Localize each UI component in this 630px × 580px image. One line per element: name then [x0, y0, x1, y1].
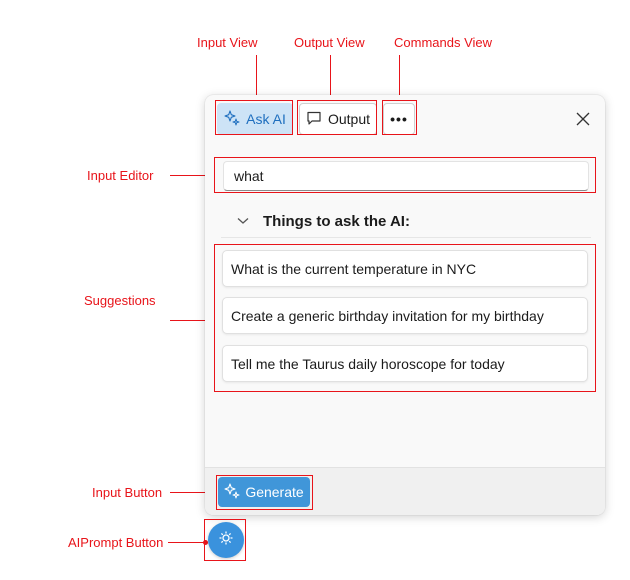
highlight-input-view: [215, 100, 293, 135]
annotation-commands-view: Commands View: [394, 35, 493, 50]
highlight-commands-view: [382, 100, 417, 135]
annotation-line: [256, 55, 257, 99]
highlight-input-button: [216, 475, 313, 510]
annotation-line: [399, 55, 400, 99]
suggestions-title: Things to ask the AI:: [263, 212, 410, 230]
highlight-input-editor: [214, 157, 596, 193]
annotation-input-button: Input Button: [92, 485, 163, 500]
annotation-input-editor: Input Editor: [87, 168, 154, 183]
highlight-suggestions: [214, 244, 596, 392]
chevron-down-icon[interactable]: [237, 214, 251, 228]
annotation-suggestions: Suggestions: [84, 293, 156, 308]
annotation-line: [168, 542, 206, 543]
highlight-output-view: [297, 100, 377, 135]
annotation-line: [330, 55, 331, 99]
annotation-input-view: Input View: [197, 35, 258, 50]
highlight-aiprompt-button: [204, 519, 246, 561]
annotation-aiprompt-button: AIPrompt Button: [68, 535, 164, 550]
suggestions-header[interactable]: Things to ask the AI:: [221, 205, 591, 238]
close-icon[interactable]: [569, 105, 597, 133]
annotation-output-view: Output View: [294, 35, 365, 50]
